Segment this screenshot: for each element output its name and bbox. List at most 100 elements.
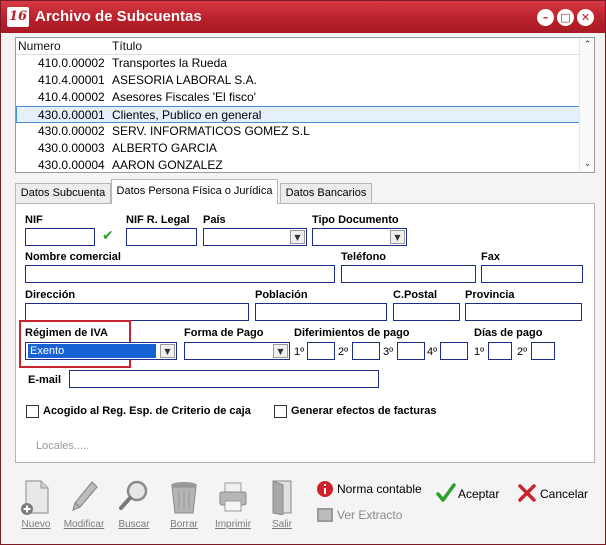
aceptar-button[interactable]: Aceptar [436, 483, 506, 505]
tipo-documento-select[interactable]: ▼ [312, 228, 407, 246]
aceptar-label: Aceptar [458, 487, 500, 501]
printer-icon [219, 482, 247, 512]
nuevo-button[interactable]: Nuevo [12, 477, 60, 535]
regimen-iva-label: Régimen de IVA [25, 327, 108, 339]
nombre-comercial-label: Nombre comercial [25, 251, 121, 263]
tab-panel-persona: NIF ✔ NIF R. Legal País ▼ Tipo Documento… [15, 203, 595, 463]
imprimir-button[interactable]: Imprimir [209, 477, 257, 535]
diferimiento-1-field[interactable] [307, 342, 335, 360]
row-numero: 410.4.00001 [38, 73, 105, 87]
dias-pago-label: Días de pago [474, 327, 543, 339]
diferimiento-3-field[interactable] [397, 342, 425, 360]
tab-datos-subcuenta[interactable]: Datos Subcuenta [15, 183, 111, 203]
ordinal-label: 1º [294, 346, 305, 358]
email-label: E-mail [28, 374, 62, 386]
row-numero: 430.0.00001 [38, 108, 105, 122]
row-titulo: ALBERTO GARCIA [112, 141, 217, 155]
cancel-x-icon [518, 484, 536, 502]
pais-label: País [203, 214, 226, 226]
chevron-down-icon[interactable]: ▼ [273, 344, 288, 358]
modificar-label: Modificar [63, 519, 105, 530]
extract-icon [317, 508, 333, 522]
cpostal-field[interactable] [393, 303, 460, 321]
email-field[interactable] [69, 370, 379, 388]
telefono-field[interactable] [341, 265, 476, 283]
ordinal-label: 3º [383, 346, 394, 358]
generar-efectos-checkbox[interactable] [274, 405, 287, 418]
chevron-down-icon[interactable]: ▼ [290, 230, 305, 244]
tab-datos-bancarios[interactable]: Datos Bancarios [280, 183, 372, 203]
subcuentas-list[interactable]: Numero Título 410.0.00002 Transportes la… [15, 37, 595, 173]
list-row[interactable]: 410.0.00002 Transportes la Rueda [16, 55, 580, 72]
pais-select[interactable]: ▼ [203, 228, 307, 246]
list-row[interactable]: 410.4.00002 Asesores Fiscales 'El fisco' [16, 89, 580, 106]
list-row[interactable]: 430.0.00003 ALBERTO GARCIA [16, 140, 580, 157]
chevron-down-icon[interactable]: ▼ [390, 230, 405, 244]
nif-label: NIF [25, 214, 43, 226]
ordinal-label: 4º [427, 346, 438, 358]
valid-check-icon: ✔ [102, 228, 114, 244]
minimize-icon[interactable]: – [537, 9, 554, 26]
nuevo-label: Nuevo [21, 519, 51, 530]
cpostal-label: C.Postal [393, 289, 438, 301]
close-icon[interactable]: ✕ [577, 9, 594, 26]
dia-pago-1-field[interactable] [488, 342, 512, 360]
scroll-down-icon[interactable]: ⌄ [582, 159, 593, 170]
list-row-selected[interactable]: 430.0.00001 Clientes, Publico en general [16, 106, 580, 123]
row-titulo: Transportes la Rueda [112, 56, 227, 70]
column-header-numero[interactable]: Numero [18, 39, 61, 53]
row-numero: 410.4.00002 [38, 90, 105, 104]
new-document-icon [21, 480, 49, 515]
dia-pago-2-field[interactable] [531, 342, 555, 360]
direccion-field[interactable] [25, 303, 249, 321]
info-icon [317, 481, 333, 497]
provincia-field[interactable] [465, 303, 582, 321]
chevron-down-icon[interactable]: ▼ [160, 344, 175, 358]
criterio-caja-label[interactable]: Acogido al Reg. Esp. de Criterio de caja [43, 405, 251, 417]
title-bar[interactable]: 16 Archivo de Subcuentas – □ ✕ [1, 1, 605, 33]
norma-contable-label: Norma contable [337, 482, 422, 496]
row-numero: 430.0.00002 [38, 124, 105, 138]
salir-button[interactable]: Salir [258, 477, 306, 535]
subcuentas-window: 16 Archivo de Subcuentas – □ ✕ Numero Tí… [0, 0, 606, 545]
locales-link[interactable]: Locales..... [36, 440, 89, 452]
poblacion-field[interactable] [255, 303, 387, 321]
row-titulo: SERV. INFORMATICOS GOMEZ S.L [112, 124, 310, 138]
modificar-button[interactable]: Modificar [60, 477, 108, 535]
row-numero: 410.0.00002 [38, 56, 105, 70]
app-logo-icon: 16 [7, 7, 29, 27]
tab-datos-persona[interactable]: Datos Persona Física o Jurídica [111, 179, 278, 204]
forma-pago-select[interactable]: ▼ [184, 342, 290, 360]
provincia-label: Provincia [465, 289, 515, 301]
nif-legal-label: NIF R. Legal [126, 214, 190, 226]
imprimir-label: Imprimir [214, 519, 252, 530]
borrar-label: Borrar [170, 519, 198, 530]
forma-pago-label: Forma de Pago [184, 327, 264, 339]
maximize-icon[interactable]: □ [557, 9, 574, 26]
buscar-button[interactable]: Buscar [110, 477, 158, 535]
diferimiento-4-field[interactable] [440, 342, 468, 360]
nombre-comercial-field[interactable] [25, 265, 335, 283]
nif-field[interactable] [25, 228, 95, 246]
row-titulo: ASESORIA LABORAL S.A. [112, 73, 257, 87]
diferimiento-2-field[interactable] [352, 342, 380, 360]
criterio-caja-checkbox[interactable] [26, 405, 39, 418]
row-numero: 430.0.00004 [38, 158, 105, 172]
fax-label: Fax [481, 251, 500, 263]
list-row[interactable]: 410.4.00001 ASESORIA LABORAL S.A. [16, 72, 580, 89]
cancelar-label: Cancelar [540, 487, 589, 501]
nif-legal-field[interactable] [126, 228, 197, 246]
ordinal-label: 2º [517, 346, 528, 358]
fax-field[interactable] [481, 265, 583, 283]
regimen-iva-select[interactable]: Exento ▼ [25, 342, 177, 360]
list-scrollbar[interactable]: ⌃ ⌄ [579, 38, 594, 172]
telefono-label: Teléfono [341, 251, 387, 263]
generar-efectos-label[interactable]: Generar efectos de facturas [291, 405, 437, 417]
scroll-up-icon[interactable]: ⌃ [582, 40, 593, 51]
cancelar-button[interactable]: Cancelar [517, 483, 597, 505]
list-row[interactable]: 430.0.00002 SERV. INFORMATICOS GOMEZ S.L [16, 123, 580, 140]
column-header-titulo[interactable]: Título [112, 39, 142, 53]
borrar-button[interactable]: Borrar [160, 477, 208, 535]
list-row[interactable]: 430.0.00004 AARON GONZALEZ [16, 157, 580, 174]
row-titulo: AARON GONZALEZ [112, 158, 223, 172]
